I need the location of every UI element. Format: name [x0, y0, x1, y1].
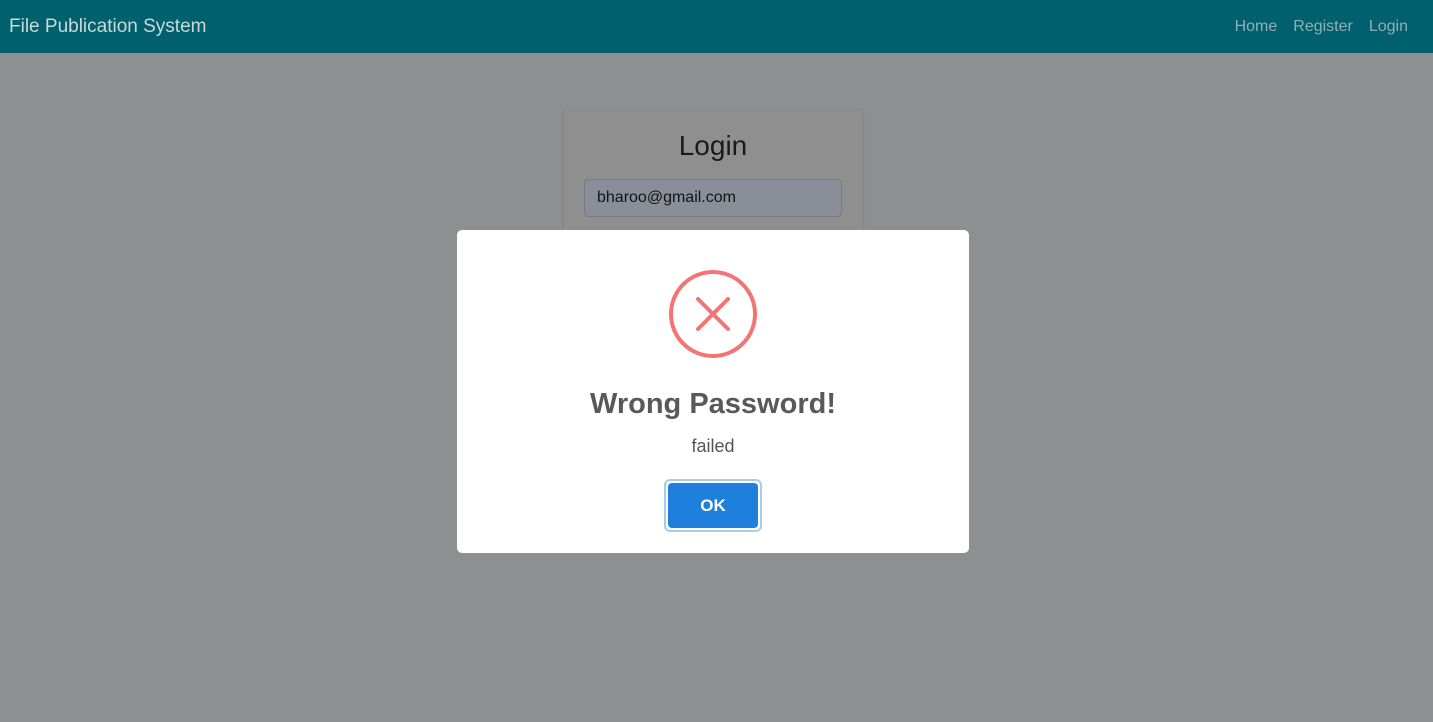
dialog-title: Wrong Password!	[590, 388, 836, 420]
alert-dialog: Wrong Password! failed OK	[457, 230, 969, 553]
modal-backdrop: Wrong Password! failed OK	[0, 0, 1433, 722]
ok-button-focus-ring: OK	[664, 479, 762, 532]
error-x-icon	[669, 270, 757, 358]
ok-button[interactable]: OK	[668, 483, 758, 528]
dialog-message: failed	[691, 436, 735, 456]
